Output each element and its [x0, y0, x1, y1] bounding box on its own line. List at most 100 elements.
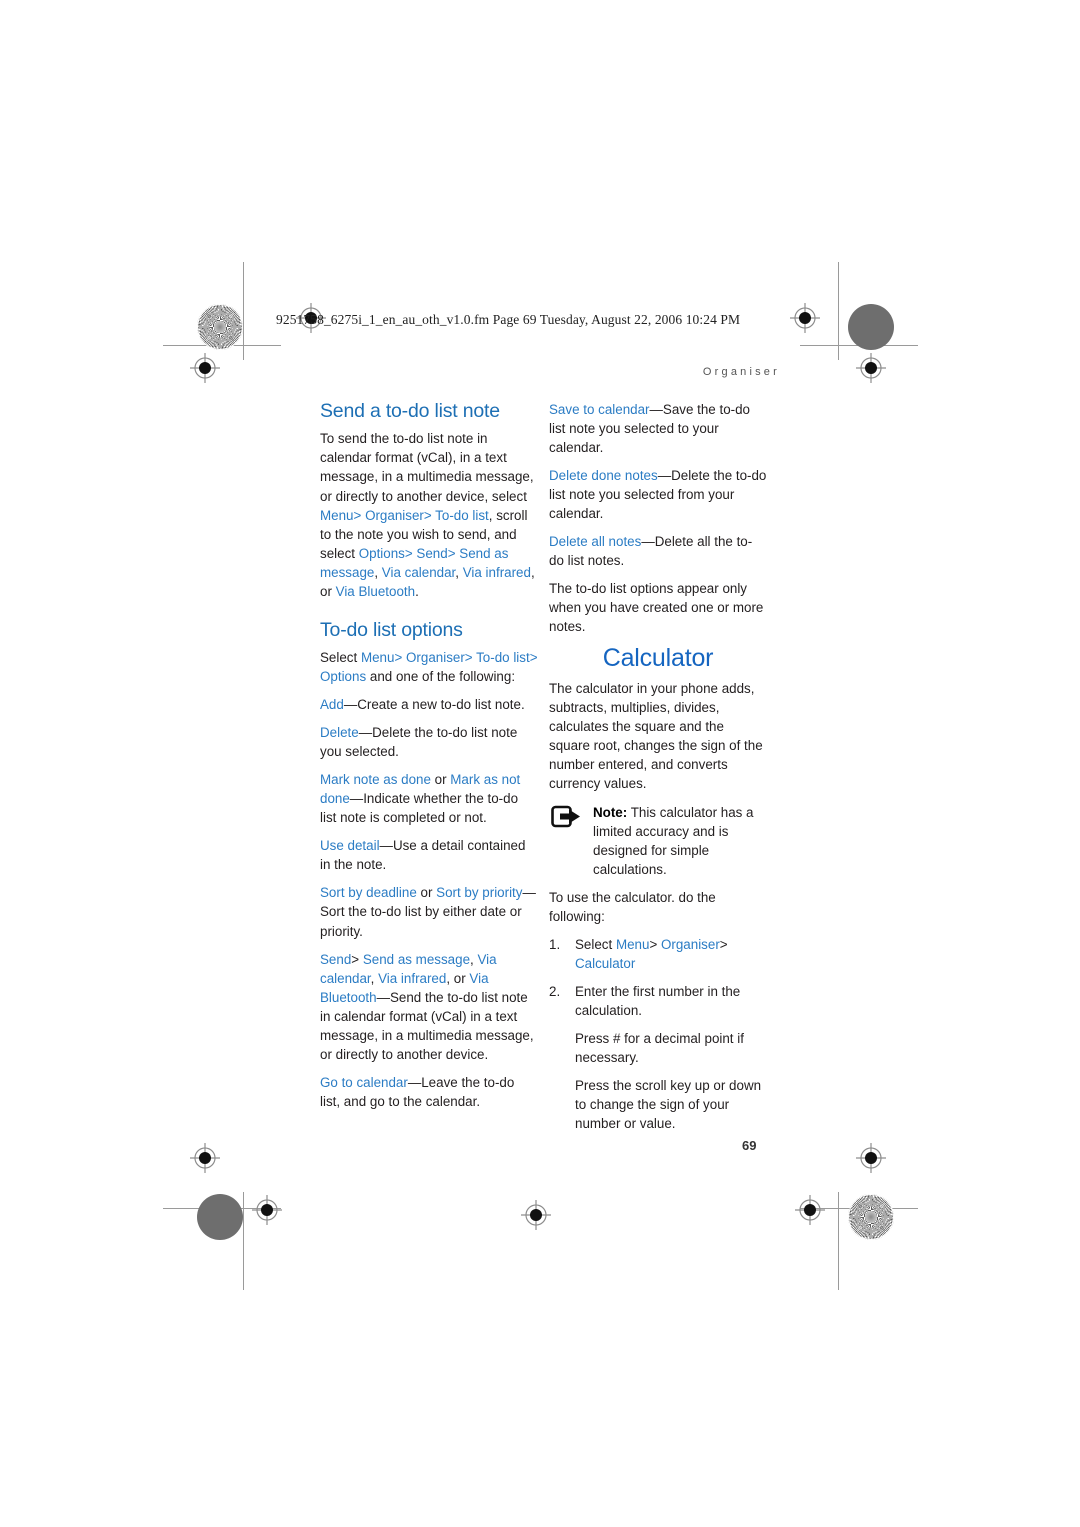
text-run: Enter the first number in the calculatio… — [575, 984, 741, 1019]
ui-term-add: Add — [320, 697, 344, 713]
ui-term-use-detail: Use detail — [320, 838, 380, 854]
step-number: 2. — [549, 984, 561, 1000]
paragraph-send-to-do-instructions: To send the to-do list note in calendar … — [320, 429, 538, 600]
ui-term-options: Options — [320, 669, 367, 685]
ui-term-calculator: Calculator — [575, 956, 636, 972]
step-text: Select Menu> Organiser> Calculator — [575, 935, 767, 973]
registration-mark-top-right-outer — [856, 353, 886, 383]
ui-term-organiser: Organiser — [365, 507, 424, 523]
ui-term-menu: Menu — [360, 650, 395, 666]
ui-term-save-to-calendar: Save to calendar — [549, 402, 650, 417]
registration-mark-bottom-left-outer — [190, 1143, 220, 1173]
registration-mark-top-left-outer — [190, 353, 220, 383]
ui-term-mark-note-as-done: Mark note as done — [320, 772, 431, 788]
ui-separator: > — [423, 507, 432, 523]
option-description: —Indicate whether the to-do list note is… — [320, 791, 519, 826]
heading-send-a-to-do-list-note: Send a to-do list note — [320, 400, 500, 422]
document-page: 9251758_6275i_1_en_au_oth_v1.0.fm Page 6… — [0, 0, 1080, 1527]
ui-separator: or — [416, 885, 437, 901]
note-text-block: Note: This calculator has a limited accu… — [593, 803, 767, 879]
step-item: 2. Enter the first number in the calculat… — [549, 982, 767, 1133]
to-do-options-list: Add—Create a new to-do list note. Delete… — [320, 695, 538, 1111]
registration-mark-bottom-right-outer — [856, 1143, 886, 1173]
paragraph-calculator-intro: The calculator in your phone adds, subtr… — [549, 680, 763, 791]
option-item: Go to calendar—Leave the to-do list, and… — [320, 1073, 538, 1111]
ui-term-menu: Menu — [615, 937, 650, 953]
note-export-icon — [551, 805, 581, 831]
step-text: Enter the first number in the calculatio… — [575, 982, 767, 1020]
page-number-folio: 69 — [742, 1138, 757, 1153]
ui-term-delete-done-notes: Delete done notes — [549, 468, 658, 484]
registration-mark-bottom-left-inner — [252, 1195, 282, 1225]
ui-separator: > — [353, 507, 362, 523]
note-callout: Note: This calculator has a limited accu… — [549, 803, 767, 879]
ui-term-via-calendar: Via calendar — [381, 564, 456, 580]
ui-term-send-as-message: Send as message — [362, 951, 471, 967]
step-sub-text: Press # for a decimal point if necessary… — [575, 1031, 744, 1066]
note-label: Note: — [593, 805, 628, 821]
content-column-right: Save to calendar—Save the to-do list not… — [549, 400, 767, 1143]
trim-line-vertical-bottom-right — [838, 1192, 839, 1290]
step-sub-text: Press the scroll key up or down to chang… — [575, 1078, 762, 1132]
ui-term-sort-by-priority: Sort by priority — [436, 885, 523, 901]
paragraph-calculator-steps-intro: To use the calculator. do the following: — [549, 890, 716, 925]
source-filename-header: 9251758_6275i_1_en_au_oth_v1.0.fm Page 6… — [276, 312, 741, 327]
ui-separator: > — [464, 650, 473, 666]
registration-mark-bottom-center — [521, 1200, 551, 1230]
density-patch-top-right — [848, 304, 894, 350]
text-run: and one of the following: — [366, 669, 516, 685]
option-item: Sort by deadline or Sort by priority—Sor… — [320, 883, 538, 940]
running-head-chapter: Organiser — [702, 366, 780, 378]
ui-term-sort-by-deadline: Sort by deadline — [320, 885, 417, 901]
registration-mark-top-right-inner — [790, 303, 820, 333]
ui-separator: > — [351, 951, 363, 967]
ui-term-delete: Delete — [320, 725, 359, 741]
ui-term-to-do-list: To-do list — [476, 650, 530, 666]
ui-term-via-infrared: Via infrared — [378, 970, 447, 986]
option-item-continued: Save to calendar—Save the to-do list not… — [549, 400, 767, 457]
option-item: Mark note as done or Mark as not done—In… — [320, 770, 538, 827]
option-item-continued: Delete done notes—Delete the to-do list … — [549, 466, 767, 523]
ui-separator: > — [529, 650, 538, 666]
ui-term-delete-all-notes: Delete all notes — [549, 534, 642, 550]
calculator-steps-list: 1. Select Menu> Organiser> Calculator 2. E… — [549, 935, 767, 1133]
ui-separator: > — [447, 545, 456, 561]
ui-separator: > — [394, 650, 403, 666]
ui-term-send: Send — [320, 951, 352, 967]
step-item: 1. Select Menu> Organiser> Calculator — [549, 935, 767, 973]
ui-term-organiser: Organiser — [660, 937, 720, 953]
ui-term-via-bluetooth: Via Bluetooth — [335, 583, 416, 599]
option-item: Use detail—Use a detail contained in the… — [320, 836, 538, 874]
ui-separator: > — [649, 937, 661, 953]
rosette-mark-bottom-right — [848, 1194, 894, 1240]
option-item: Send> Send as message, Via calendar, Via… — [320, 950, 538, 1064]
option-item: Add—Create a new to-do list note. — [320, 695, 538, 714]
ui-term-to-do-list: To-do list — [435, 507, 489, 523]
text-run: , — [374, 564, 382, 580]
content-column-left: Send a to-do list note To send the to-do… — [320, 400, 538, 1120]
text-run: Select — [575, 937, 616, 953]
option-item-continued: Delete all notes—Delete all the to-do li… — [549, 532, 767, 570]
ui-separator: , or — [446, 970, 470, 986]
ui-term-options: Options — [358, 545, 405, 561]
text-run: Select — [320, 650, 361, 666]
text-run: To send the to-do list note in calendar … — [320, 431, 534, 504]
text-run: . — [415, 583, 419, 599]
text-run: , — [455, 564, 463, 580]
ui-term-menu: Menu — [320, 507, 354, 523]
paragraph-to-do-options-intro: Select Menu> Organiser> To-do list> Opti… — [320, 648, 538, 686]
ui-term-send: Send — [416, 545, 448, 561]
ui-separator: or — [430, 772, 451, 788]
ui-separator: > — [719, 937, 728, 953]
heading-to-do-list-options: To-do list options — [320, 618, 463, 641]
ui-term-go-to-calendar: Go to calendar — [320, 1074, 408, 1090]
density-patch-bottom-left — [197, 1194, 243, 1240]
step-number: 1. — [549, 937, 561, 953]
paragraph-options-availability-note: The to-do list options appear only when … — [549, 581, 764, 635]
trim-line-vertical-bottom-left — [243, 1192, 244, 1290]
ui-separator: > — [404, 545, 413, 561]
ui-term-organiser: Organiser — [406, 650, 465, 666]
registration-mark-bottom-right-inner — [795, 1195, 825, 1225]
to-do-options-list-continued: Save to calendar—Save the to-do list not… — [549, 400, 767, 570]
option-item: Delete—Delete the to-do list note you se… — [320, 723, 538, 761]
